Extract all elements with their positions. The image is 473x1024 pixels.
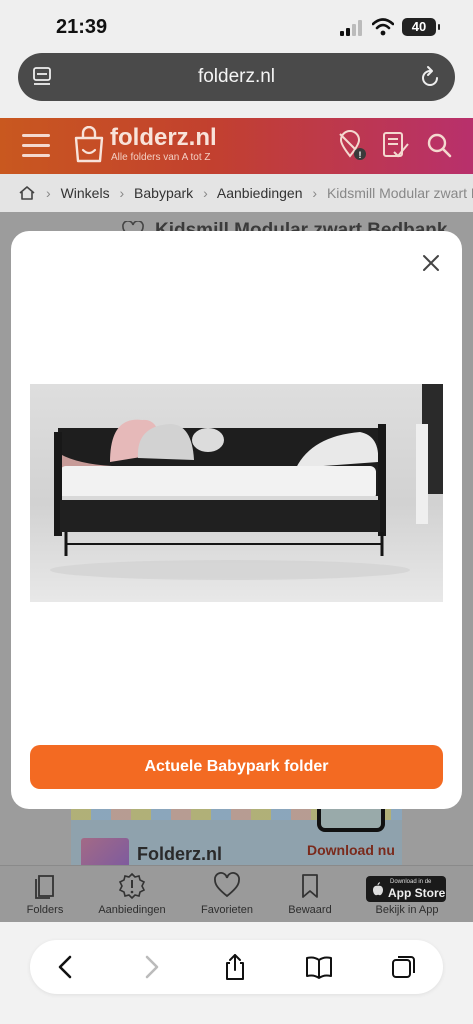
nav-item-aanbiedingen[interactable]: Aanbiedingen bbox=[87, 872, 177, 916]
site-bottom-nav: Folders Aanbiedingen Favorieten Bewaard … bbox=[0, 865, 473, 922]
nav-label: Aanbiedingen bbox=[98, 904, 166, 916]
address-bar[interactable]: folderz.nl bbox=[18, 53, 455, 101]
banner-download-link[interactable]: Download nu bbox=[307, 842, 395, 858]
nav-label: Favorieten bbox=[201, 904, 253, 916]
breadcrumb-separator: › bbox=[203, 185, 208, 201]
nav-item-folders[interactable]: Folders bbox=[0, 872, 90, 916]
app-download-banner[interactable]: Folderz.nl Download nu bbox=[71, 796, 402, 865]
nav-item-favorieten[interactable]: Favorieten bbox=[182, 872, 272, 916]
browser-toolbar bbox=[0, 922, 473, 1024]
breadcrumb-separator: › bbox=[312, 185, 318, 201]
url-text[interactable]: folderz.nl bbox=[18, 66, 455, 88]
breadcrumb-separator: › bbox=[119, 185, 125, 201]
site-header: folderz.nl Alle folders van A tot Z ! bbox=[0, 118, 473, 174]
location-off-icon[interactable]: ! bbox=[336, 130, 366, 160]
back-icon[interactable] bbox=[52, 953, 80, 981]
forward-icon[interactable] bbox=[137, 953, 165, 981]
nav-label: Bewaard bbox=[288, 904, 332, 916]
heart-icon bbox=[214, 872, 240, 898]
nav-item-bewaard[interactable]: Bewaard bbox=[265, 872, 355, 916]
product-image bbox=[30, 384, 443, 602]
bookmarks-icon[interactable] bbox=[305, 953, 333, 981]
banner-brand: Folderz.nl bbox=[137, 844, 222, 864]
offers-badge-icon bbox=[118, 872, 146, 900]
search-icon[interactable] bbox=[424, 130, 454, 160]
battery-indicator: 40 bbox=[402, 18, 440, 36]
shopping-list-icon[interactable] bbox=[380, 130, 410, 160]
status-time: 21:39 bbox=[56, 16, 108, 38]
wifi-icon bbox=[372, 18, 394, 36]
apple-logo-icon bbox=[373, 882, 383, 896]
breadcrumb-item-winkels[interactable]: Winkels bbox=[61, 185, 110, 201]
tabs-icon[interactable] bbox=[390, 953, 418, 981]
bedbank-photo bbox=[30, 384, 443, 602]
status-bar: 21:39 40 bbox=[0, 0, 473, 52]
product-image-modal: Actuele Babypark folder bbox=[11, 231, 462, 809]
breadcrumb-separator: › bbox=[46, 185, 51, 201]
hamburger-menu-icon[interactable] bbox=[22, 134, 50, 158]
app-store-badge[interactable]: Download in de App Store bbox=[366, 876, 446, 902]
folders-icon bbox=[35, 875, 54, 899]
banner-app-icon bbox=[81, 838, 129, 865]
reload-icon[interactable] bbox=[419, 65, 441, 89]
current-folder-button[interactable]: Actuele Babypark folder bbox=[30, 745, 443, 789]
nav-label: Folders bbox=[26, 904, 64, 916]
site-logo-tagline: Alle folders van A tot Z bbox=[111, 152, 211, 163]
site-logo-text[interactable]: folderz.nl bbox=[110, 124, 217, 152]
breadcrumb: › Winkels › Babypark › Aanbiedingen › Ki… bbox=[0, 174, 473, 212]
share-icon[interactable] bbox=[221, 953, 249, 981]
app-store-text: App Store bbox=[388, 886, 446, 900]
app-store-small-text: Download in de bbox=[390, 879, 432, 885]
home-icon[interactable] bbox=[18, 185, 36, 201]
folderz-logo-bag-icon[interactable] bbox=[73, 126, 105, 164]
breadcrumb-item-aanbiedingen[interactable]: Aanbiedingen bbox=[217, 185, 303, 201]
breadcrumb-current: Kidsmill Modular zwart Bedbank bbox=[326, 185, 473, 201]
cellular-signal-icon bbox=[340, 20, 362, 36]
breadcrumb-item-babypark[interactable]: Babypark bbox=[134, 185, 193, 201]
browser-address-area: folderz.nl bbox=[0, 52, 473, 118]
view-in-app-label[interactable]: Bekijk in App bbox=[362, 904, 452, 916]
close-icon[interactable] bbox=[419, 251, 443, 275]
bookmark-icon bbox=[302, 874, 318, 898]
svg-text:!: ! bbox=[359, 150, 362, 160]
browser-toolbar-pill bbox=[30, 940, 443, 994]
